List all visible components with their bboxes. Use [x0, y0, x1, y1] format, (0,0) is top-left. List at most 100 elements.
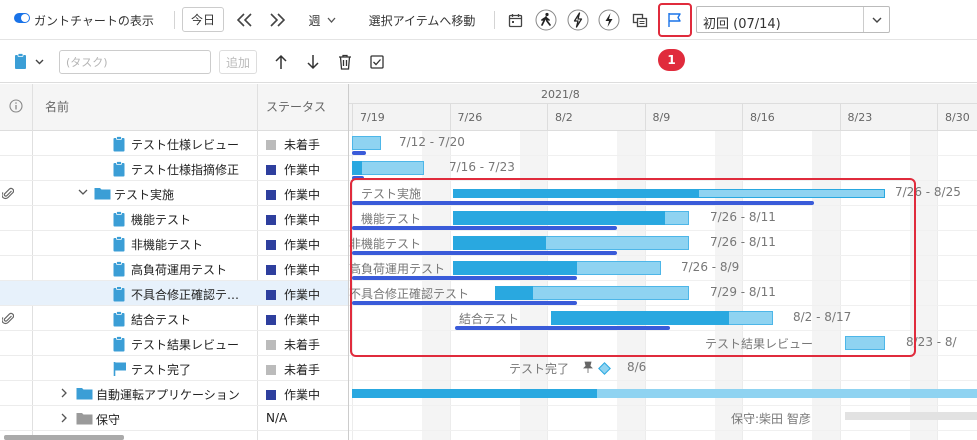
arrow-up-icon[interactable] [268, 49, 294, 75]
status-label: 作業中 [284, 238, 321, 252]
status-cell[interactable]: 作業中 [266, 161, 320, 178]
gantt-week-label: 7/19 [360, 111, 385, 124]
chevron-right-icon[interactable] [60, 412, 70, 426]
scale-dropdown[interactable]: 週 [302, 8, 342, 32]
row-name[interactable]: 高負荷運用テスト [131, 261, 252, 278]
toolbar-divider [494, 11, 495, 29]
row-name[interactable]: テスト実施 [114, 186, 252, 203]
table-row[interactable]: 保守 N/A [0, 406, 348, 431]
copy-layers-icon[interactable] [627, 7, 653, 33]
walking-person-icon[interactable] [533, 7, 559, 33]
status-cell[interactable]: 作業中 [266, 236, 320, 253]
table-row[interactable]: 非機能テスト 作業中 [0, 231, 348, 256]
row-name[interactable]: テスト結果レビュー [131, 336, 252, 353]
gantt-row-line [349, 380, 977, 381]
status-indicator [266, 389, 276, 400]
gantt-week-divider [644, 104, 646, 131]
move-to-selected-button[interactable]: 選択アイテムへ移動 [362, 8, 482, 32]
previous-period-icon[interactable] [232, 7, 258, 33]
callout-badge: 1 [658, 49, 685, 71]
status-cell[interactable]: 作業中 [266, 186, 320, 203]
status-cell[interactable]: 未着手 [266, 136, 320, 153]
gantt-bar-label: テスト完了 [509, 362, 570, 376]
table-row[interactable]: テスト完了 未着手 [0, 356, 348, 381]
status-indicator [266, 164, 276, 175]
gantt-week-label: 8/9 [652, 111, 671, 124]
status-label: 作業中 [284, 213, 321, 227]
gantt-bar-label: 保守:柴田 智彦 [731, 412, 811, 426]
status-indicator [266, 214, 276, 225]
row-name[interactable]: 機能テスト [131, 211, 252, 228]
status-cell[interactable]: N/A [266, 411, 287, 425]
arrow-down-icon[interactable] [300, 49, 326, 75]
next-period-icon[interactable] [264, 7, 290, 33]
row-name[interactable]: 自動運転アプリケーション [96, 386, 252, 403]
pin-icon [583, 361, 593, 376]
gantt-task-bar[interactable] [352, 161, 424, 175]
table-row[interactable]: テスト仕様指摘修正 作業中 [0, 156, 348, 181]
add-task-button[interactable]: 追加 [219, 50, 257, 74]
table-row[interactable]: 機能テスト 作業中 [0, 206, 348, 231]
paperclip-icon[interactable] [1, 186, 15, 203]
milestone-select[interactable]: 初回 (07/14) [696, 6, 890, 33]
table-row[interactable]: テスト実施 作業中 [0, 181, 348, 206]
gantt-week-label: 8/2 [555, 111, 573, 124]
milestone-diamond[interactable] [598, 362, 611, 375]
gantt-toggle[interactable] [14, 13, 30, 23]
row-name[interactable]: 結合テスト [131, 311, 252, 328]
status-indicator [266, 139, 276, 150]
gantt-row-line [349, 430, 977, 431]
column-header-status[interactable]: ステータス [266, 98, 326, 115]
clipboard-icon [113, 286, 125, 305]
chevron-down-icon[interactable] [78, 187, 88, 201]
gantt-task-bar[interactable] [352, 136, 381, 150]
column-header-name[interactable]: 名前 [45, 98, 69, 115]
table-row[interactable]: 結合テスト 作業中 [0, 306, 348, 331]
status-cell[interactable]: 作業中 [266, 261, 320, 278]
gantt-month-header: 2021/8 [349, 84, 977, 104]
clipboard-icon [113, 136, 125, 155]
paperclip-icon[interactable] [1, 311, 15, 328]
scale-dropdown-label: 週 [308, 13, 321, 28]
clipboard-icon [113, 261, 125, 280]
status-cell[interactable]: 作業中 [266, 311, 320, 328]
status-cell[interactable]: 作業中 [266, 286, 320, 303]
task-name-input[interactable] [59, 50, 211, 74]
flag-icon [113, 361, 127, 380]
info-icon[interactable] [9, 99, 23, 116]
row-name[interactable]: 不具合修正確認テ… [131, 286, 252, 303]
table-row[interactable]: 高負荷運用テスト 作業中 [0, 256, 348, 281]
gantt-week-header: 7/19 7/26 8/2 8/9 8/16 8/23 8/30 [349, 104, 977, 131]
row-name[interactable]: テスト仕様指摘修正 [131, 161, 252, 178]
table-row[interactable]: 不具合修正確認テ… 作業中 [0, 281, 348, 306]
chevron-right-icon[interactable] [60, 387, 70, 401]
checkbox-icon[interactable] [364, 49, 390, 75]
status-cell[interactable]: 未着手 [266, 361, 320, 378]
horizontal-scrollbar[interactable] [4, 435, 124, 440]
status-label: 作業中 [284, 313, 321, 327]
status-indicator [266, 289, 276, 300]
row-name[interactable]: 非機能テスト [131, 236, 252, 253]
row-name[interactable]: テスト完了 [131, 361, 252, 378]
table-row[interactable]: 自動運転アプリケーション 作業中 [0, 381, 348, 406]
milestone-select-value: 初回 (07/14) [703, 17, 781, 32]
status-cell[interactable]: 作業中 [266, 386, 320, 403]
calendar-icon[interactable] [502, 7, 528, 33]
table-row[interactable]: テスト結果レビュー 未着手 [0, 331, 348, 356]
status-cell[interactable]: 未着手 [266, 336, 320, 353]
table-row[interactable]: テスト仕様レビュー 未着手 [0, 131, 348, 156]
today-button[interactable]: 今日 [182, 7, 224, 32]
trash-icon[interactable] [332, 49, 358, 75]
lightning-filled-icon[interactable] [596, 7, 622, 33]
status-label: 作業中 [284, 188, 321, 202]
chevron-down-icon[interactable] [863, 7, 889, 32]
task-type-dropdown[interactable] [14, 53, 46, 74]
gantt-maintenance-bar[interactable] [845, 412, 977, 420]
folder-icon [94, 186, 111, 203]
lightning-outline-icon[interactable] [565, 7, 591, 33]
status-cell[interactable]: 作業中 [266, 211, 320, 228]
row-name[interactable]: 保守 [96, 411, 252, 428]
row-name[interactable]: テスト仕様レビュー [131, 136, 252, 153]
gantt-week-label: 8/16 [750, 111, 775, 124]
status-label: N/A [266, 411, 288, 425]
